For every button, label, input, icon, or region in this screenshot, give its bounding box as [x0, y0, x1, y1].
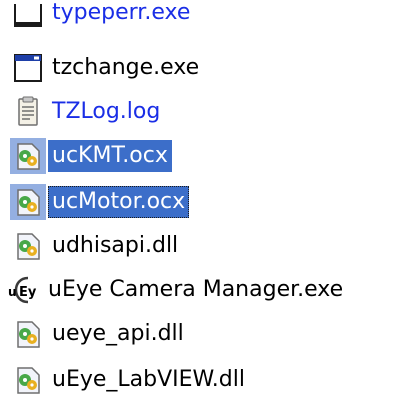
text-document-icon: [10, 94, 46, 130]
file-item-ueye-camera-manager[interactable]: u Ey uEye Camera Manager.exe: [6, 270, 347, 310]
file-name: uEye Camera Manager.exe: [48, 277, 344, 302]
window-exe-icon: [10, 2, 46, 38]
file-name: udhisapi.dll: [52, 233, 179, 258]
gear-dll-icon: [10, 184, 46, 220]
file-name: TZLog.log: [52, 99, 161, 124]
file-name: ueye_api.dll: [52, 321, 184, 346]
file-name: tzchange.exe: [52, 55, 200, 80]
file-name: ucKMT.ocx: [48, 140, 172, 172]
svg-text:Ey: Ey: [19, 285, 37, 300]
gear-dll-icon: [10, 316, 46, 352]
file-item-typeperr[interactable]: typeperr.exe: [10, 0, 194, 40]
file-list: typeperr.exe tzchange.exe TZLog.log ucKM…: [0, 0, 417, 394]
file-name: ucMotor.ocx: [48, 186, 190, 218]
file-item-tzchange[interactable]: tzchange.exe: [10, 48, 203, 88]
file-item-uckmt[interactable]: ucKMT.ocx: [10, 136, 172, 176]
ueye-app-icon: u Ey: [6, 272, 42, 308]
file-item-ueye-labview[interactable]: uEye_LabVIEW.dll: [10, 360, 249, 400]
file-item-ucmotor[interactable]: ucMotor.ocx: [10, 182, 190, 222]
window-exe-icon: [10, 50, 46, 86]
file-item-tzlog[interactable]: TZLog.log: [10, 92, 164, 132]
file-item-udhisapi[interactable]: udhisapi.dll: [10, 226, 182, 266]
gear-dll-icon: [10, 138, 46, 174]
file-name: typeperr.exe: [52, 0, 191, 25]
gear-dll-icon: [10, 362, 46, 398]
file-item-ueye-api[interactable]: ueye_api.dll: [10, 314, 188, 354]
gear-dll-icon: [10, 228, 46, 264]
file-name: uEye_LabVIEW.dll: [52, 367, 245, 392]
svg-text:u: u: [8, 285, 17, 299]
